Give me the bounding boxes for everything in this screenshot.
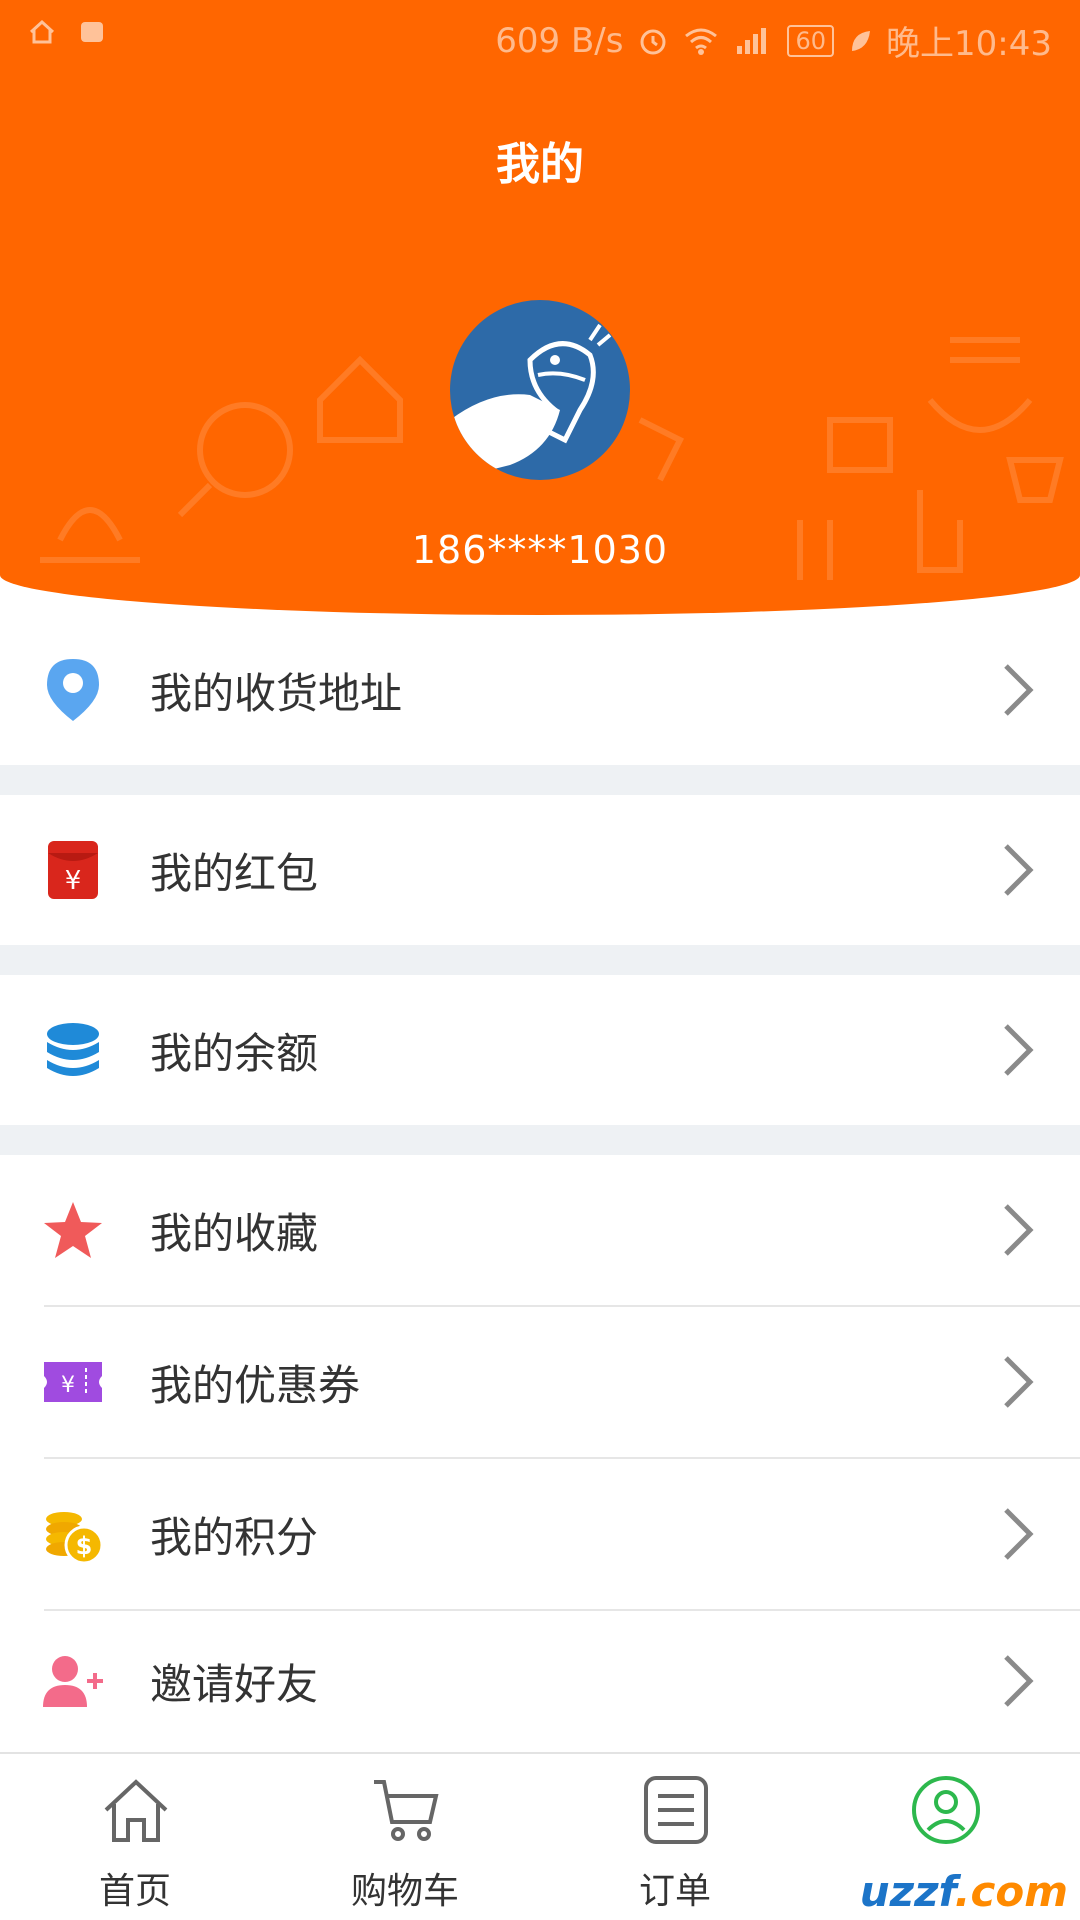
nav-home[interactable]: 首页 — [0, 1754, 270, 1920]
watermark-blue: uzzf — [859, 1867, 955, 1916]
avatar[interactable] — [450, 300, 630, 480]
status-right: 609 B/s 60 晚上10:43 — [495, 16, 1052, 65]
fish-avatar-icon — [450, 323, 612, 480]
add-friend-icon — [40, 1648, 106, 1714]
star-icon — [40, 1197, 106, 1263]
signal-icon — [737, 27, 767, 54]
chevron-right-icon — [1004, 1204, 1034, 1256]
profile-header: 609 B/s 60 晚上10:43 我的 186****1030 — [0, 0, 1080, 615]
status-bar: 609 B/s 60 晚上10:43 — [0, 0, 1080, 72]
cart-icon — [374, 1780, 439, 1841]
home-icon — [104, 1779, 168, 1842]
chevron-right-icon — [1004, 844, 1034, 896]
net-speed: 609 B/s — [495, 20, 624, 61]
chevron-right-icon — [1004, 1508, 1034, 1560]
nav-label-orders: 订单 — [638, 1871, 711, 1912]
chevron-right-icon — [1004, 664, 1034, 716]
profile-screen: 609 B/s 60 晚上10:43 我的 186****1030 我的收货地址… — [0, 0, 1080, 1920]
menu-item-balance[interactable]: 我的余额 — [0, 975, 1080, 1125]
menu-label-points: 我的积分 — [150, 1512, 319, 1562]
battery-indicator: 60 — [787, 24, 835, 57]
menu-item-invite[interactable]: 邀请好友 — [0, 1611, 1080, 1751]
wifi-icon — [685, 28, 718, 55]
notification-app-icon — [81, 22, 103, 42]
home-app-icon — [29, 19, 55, 44]
svg-text:$: $ — [76, 1532, 93, 1560]
location-pin-icon — [40, 657, 106, 723]
nav-label-cart: 购物车 — [350, 1871, 459, 1912]
menu-label-balance: 我的余额 — [150, 1028, 319, 1078]
bottom-nav: 首页 购物车 订单 uzzf.com — [0, 1752, 1080, 1920]
orders-icon — [644, 1776, 708, 1844]
nav-orders[interactable]: 订单 — [540, 1754, 810, 1920]
status-left — [28, 18, 106, 46]
coin-stack-icon — [40, 1017, 106, 1083]
svg-text:¥: ¥ — [65, 866, 82, 896]
section-gap — [0, 765, 1080, 795]
menu-item-favorites[interactable]: 我的收藏 — [0, 1155, 1080, 1305]
section-gap — [0, 945, 1080, 975]
menu-label-address: 我的收货地址 — [150, 668, 403, 718]
menu-item-red-envelope[interactable]: ¥ 我的红包 — [0, 795, 1080, 945]
clock: 晚上10:43 — [886, 24, 1052, 64]
menu-label-red-envelope: 我的红包 — [150, 848, 319, 898]
user-phone: 186****1030 — [411, 528, 669, 572]
menu-label-favorites: 我的收藏 — [150, 1208, 319, 1258]
chevron-right-icon — [1004, 1655, 1034, 1707]
leaf-icon — [852, 30, 871, 51]
menu-item-coupons[interactable]: ¥ 我的优惠券 — [0, 1307, 1080, 1457]
profile-icon — [912, 1776, 980, 1844]
menu-item-points[interactable]: $ 我的积分 — [0, 1459, 1080, 1609]
red-envelope-icon: ¥ — [40, 837, 106, 903]
menu-label-coupons: 我的优惠券 — [150, 1360, 361, 1410]
coupon-icon: ¥ — [40, 1349, 106, 1415]
watermark-logo: uzzf.com — [860, 1867, 1068, 1916]
chevron-right-icon — [1004, 1024, 1034, 1076]
menu-label-invite: 邀请好友 — [150, 1659, 319, 1709]
section-gap — [0, 1125, 1080, 1155]
battery-level: 60 — [795, 26, 827, 55]
chevron-right-icon — [1004, 1356, 1034, 1408]
menu-item-address[interactable]: 我的收货地址 — [0, 615, 1080, 765]
svg-text:¥: ¥ — [61, 1373, 75, 1398]
gold-coins-icon: $ — [40, 1501, 106, 1567]
watermark-orange: .com — [954, 1867, 1068, 1916]
nav-label-home: 首页 — [98, 1871, 171, 1912]
nav-cart[interactable]: 购物车 — [270, 1754, 540, 1920]
alarm-icon — [640, 29, 666, 54]
page-title: 我的 — [496, 139, 584, 190]
